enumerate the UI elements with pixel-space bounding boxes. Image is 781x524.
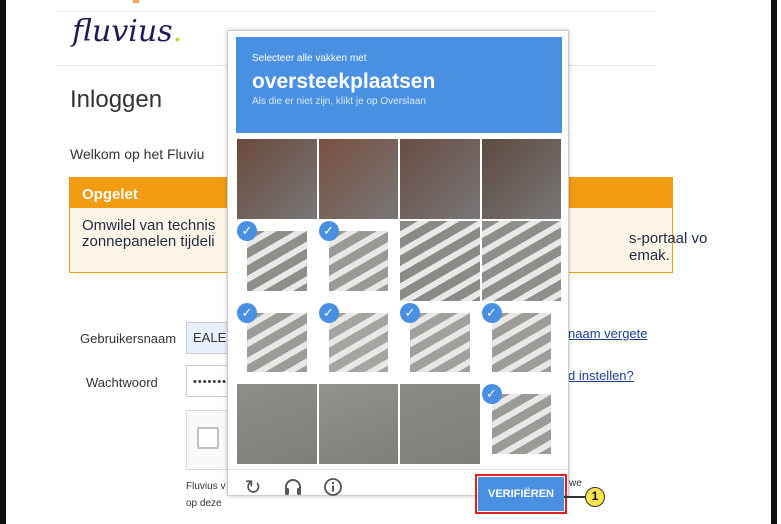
tile-image [400,220,480,301]
tile-image [481,220,561,301]
challenge-tile[interactable] [400,139,480,219]
checkmark-icon: ✓ [318,220,339,241]
disclaimer-line-2: op deze [186,498,222,509]
disclaimer-end: we [569,478,582,489]
logo-text: fluvius [72,14,173,49]
tile-image [328,312,388,373]
recaptcha-challenge: Selecteer alle vakken met oversteekplaat… [227,30,569,499]
recaptcha-checkbox[interactable] [197,427,219,449]
tile-image [318,139,398,219]
alert-line-1-end: s-portaal vo [629,230,708,247]
screenshot-stage: fluvius. Inloggen Welkom op het Fluviu O… [0,0,781,524]
top-divider [56,11,656,12]
challenge-tile[interactable]: ✓ [237,302,317,383]
logo-accent [133,0,139,3]
challenge-tile[interactable] [318,384,398,464]
alert-line-2-end: emak. [629,247,670,264]
tile-image [481,139,561,219]
tile-image [400,139,480,219]
checkmark-icon: ✓ [237,220,257,241]
checkmark-icon: ✓ [400,302,420,323]
tile-image [237,384,317,464]
challenge-tile[interactable] [400,384,480,464]
tile-image [328,230,388,291]
challenge-tile[interactable]: ✓ [481,302,562,383]
step-callout: 1 [585,487,605,507]
challenge-tile-grid: ✓ ✓ ✓ ✓ ✓ ✓ ✓ [236,138,562,465]
challenge-tile[interactable]: ✓ [481,384,562,464]
tile-image [237,139,317,219]
challenge-target: oversteekplaatsen [252,70,436,93]
tile-image [247,230,307,291]
checkmark-icon: ✓ [318,302,339,323]
reload-icon[interactable]: ↻ [242,477,264,499]
password-label: Wachtwoord [86,375,158,390]
challenge-tile[interactable] [400,220,480,301]
tile-image [318,384,398,464]
fluvius-logo[interactable]: fluvius. [72,14,182,49]
challenge-tile[interactable]: ✓ [318,220,399,301]
challenge-tile[interactable] [481,220,561,301]
username-label: Gebruikersnaam [80,331,177,346]
tile-image [400,384,480,464]
disclaimer-text: Fluvius v op deze [186,478,225,512]
tile-image [247,312,307,373]
tile-image [410,312,470,373]
checkmark-icon: ✓ [237,302,257,323]
callout-connector [564,496,586,498]
right-border [771,0,777,524]
challenge-tile[interactable] [237,139,317,219]
forgot-username-link[interactable]: naam vergete [568,326,648,341]
welcome-text: Welkom op het Fluviu [70,146,205,162]
challenge-hint: Als die er niet zijn, klikt je op Oversl… [252,96,426,107]
disclaimer-line-1: Fluvius v [186,481,226,492]
challenge-tile[interactable] [318,139,398,219]
challenge-tile[interactable] [237,384,317,464]
logo-dot: . [172,14,183,49]
set-password-link[interactable]: d instellen? [568,368,634,383]
headphones-icon[interactable] [282,477,304,499]
info-icon[interactable] [322,477,344,499]
checkmark-icon: ✓ [481,384,502,405]
challenge-tile[interactable]: ✓ [400,302,480,383]
tile-image [491,312,551,373]
challenge-header: Selecteer alle vakken met oversteekplaat… [236,37,562,133]
checkmark-icon: ✓ [481,302,502,323]
tile-image [491,394,551,454]
challenge-tile[interactable] [481,139,561,219]
challenge-tile[interactable]: ✓ [237,220,317,301]
challenge-instruction: Selecteer alle vakken met [252,53,367,64]
challenge-tile[interactable]: ✓ [318,302,399,383]
page-title: Inloggen [70,86,163,113]
challenge-footer-divider [228,469,568,470]
verify-button[interactable]: VERIFIËREN [478,477,564,511]
